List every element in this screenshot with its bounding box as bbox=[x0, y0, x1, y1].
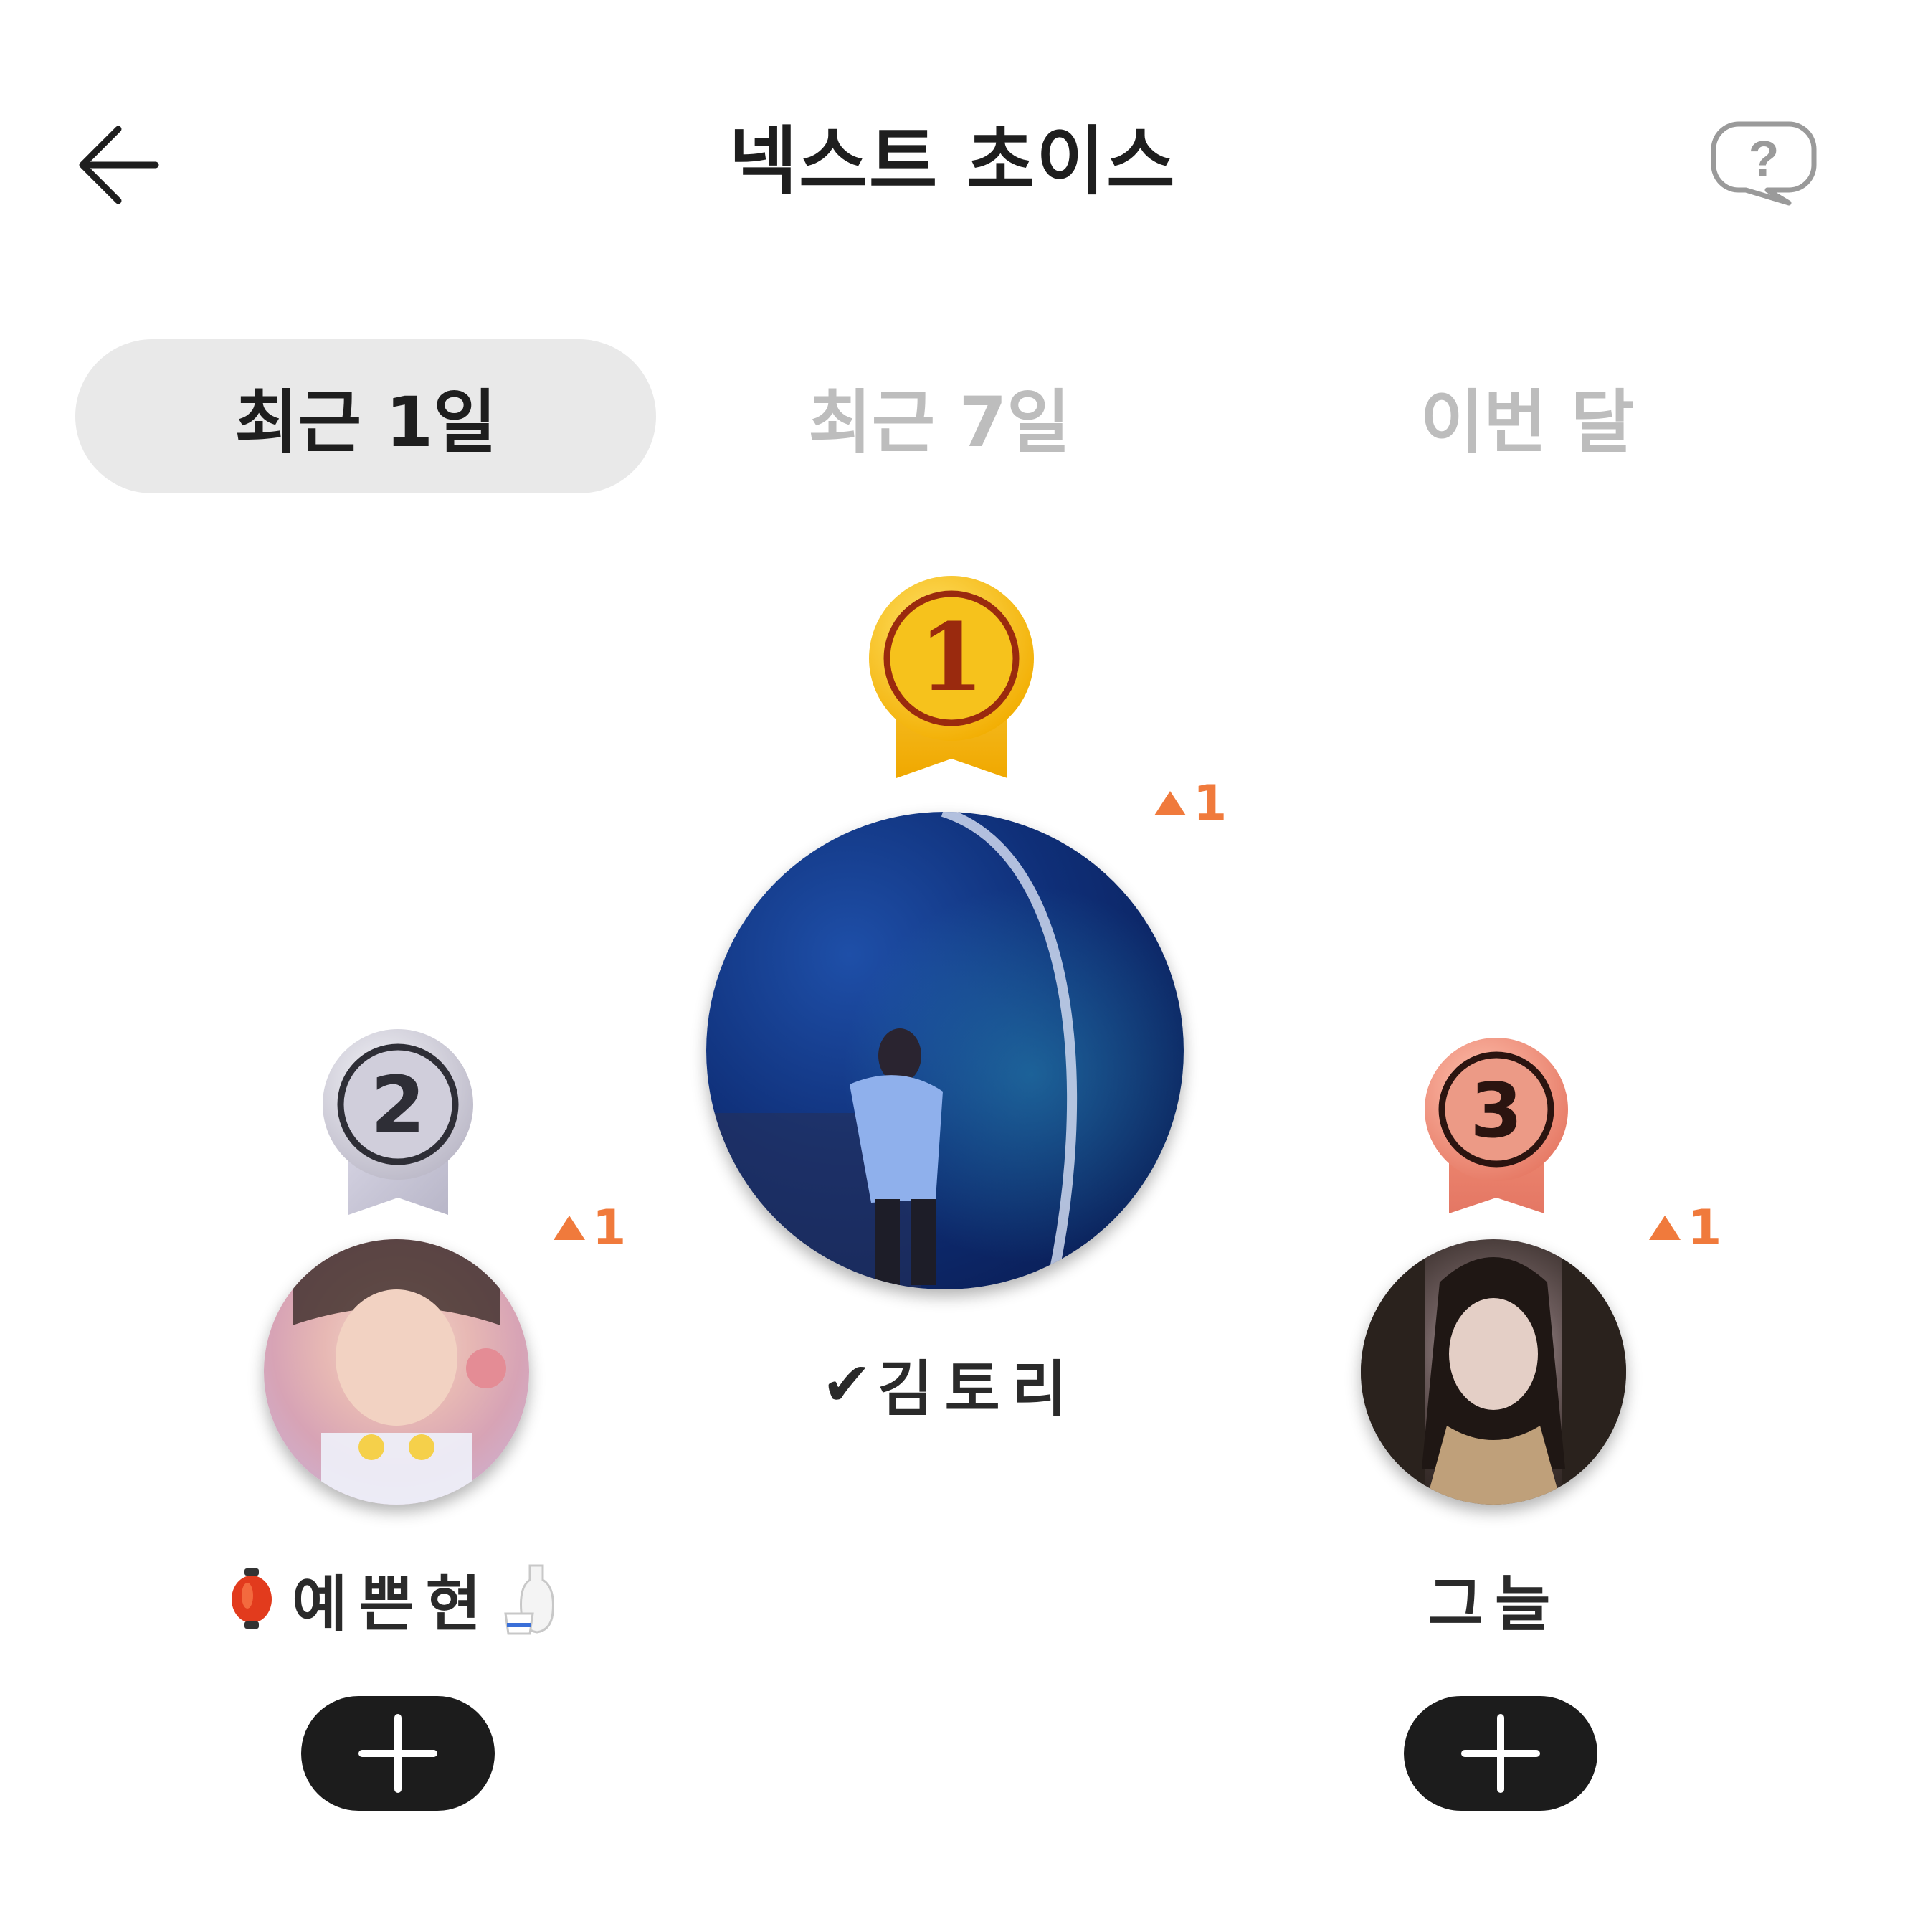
user-name-text: 예쁜현 bbox=[292, 1568, 493, 1639]
help-button[interactable]: ? bbox=[1710, 118, 1818, 208]
question-bubble-icon: ? bbox=[1711, 121, 1817, 206]
svg-text:?: ? bbox=[1749, 131, 1780, 186]
rank-change-indicator: 1 bbox=[1649, 1199, 1721, 1256]
verified-check-icon: ✔ bbox=[821, 1349, 873, 1419]
tab-recent-1-day[interactable]: 최근 1일 bbox=[75, 339, 656, 493]
up-triangle-icon bbox=[1649, 1216, 1681, 1240]
gold-medal-icon: 1 bbox=[869, 576, 1034, 778]
user-name-rank-3[interactable]: 그늘 bbox=[1362, 1560, 1628, 1639]
rank-change-indicator: 1 bbox=[1154, 775, 1227, 832]
profile-photo bbox=[293, 1239, 506, 1505]
avatar-rank-1[interactable] bbox=[706, 812, 1184, 1289]
plus-icon bbox=[358, 1714, 437, 1793]
plus-icon bbox=[1461, 1714, 1540, 1793]
avatar-rank-2[interactable] bbox=[264, 1239, 529, 1505]
user-name-rank-1[interactable]: ✔ 김토리 bbox=[789, 1345, 1111, 1424]
bronze-medal-icon: 3 bbox=[1425, 1038, 1568, 1213]
aquarium-photo bbox=[706, 812, 1078, 1289]
svg-text:2: 2 bbox=[371, 1059, 426, 1151]
silver-medal-icon: 2 bbox=[323, 1029, 473, 1215]
lantern-emoji bbox=[232, 1568, 272, 1629]
user-name-text: 김토리 bbox=[878, 1353, 1079, 1424]
tab-recent-7-days[interactable]: 최근 7일 bbox=[649, 339, 1230, 493]
up-triangle-icon bbox=[554, 1216, 585, 1240]
rank-change-value: 1 bbox=[592, 1199, 627, 1256]
rank-change-value: 1 bbox=[1688, 1199, 1722, 1256]
rank-change-value: 1 bbox=[1193, 775, 1227, 832]
user-name-rank-2[interactable]: 예쁜현 bbox=[219, 1560, 577, 1639]
svg-text:3: 3 bbox=[1470, 1067, 1522, 1155]
avatar-rank-3[interactable] bbox=[1361, 1239, 1626, 1505]
sake-emoji bbox=[504, 1564, 554, 1634]
add-button[interactable] bbox=[1404, 1696, 1597, 1811]
rank-change-indicator: 1 bbox=[554, 1199, 626, 1256]
tab-this-month[interactable]: 이번 달 bbox=[1237, 339, 1818, 493]
profile-photo bbox=[1361, 1239, 1626, 1505]
up-triangle-icon bbox=[1154, 791, 1186, 815]
page-title: 넥스트 초이스 bbox=[728, 118, 1177, 205]
add-button[interactable] bbox=[301, 1696, 495, 1811]
svg-text:1: 1 bbox=[919, 602, 984, 712]
